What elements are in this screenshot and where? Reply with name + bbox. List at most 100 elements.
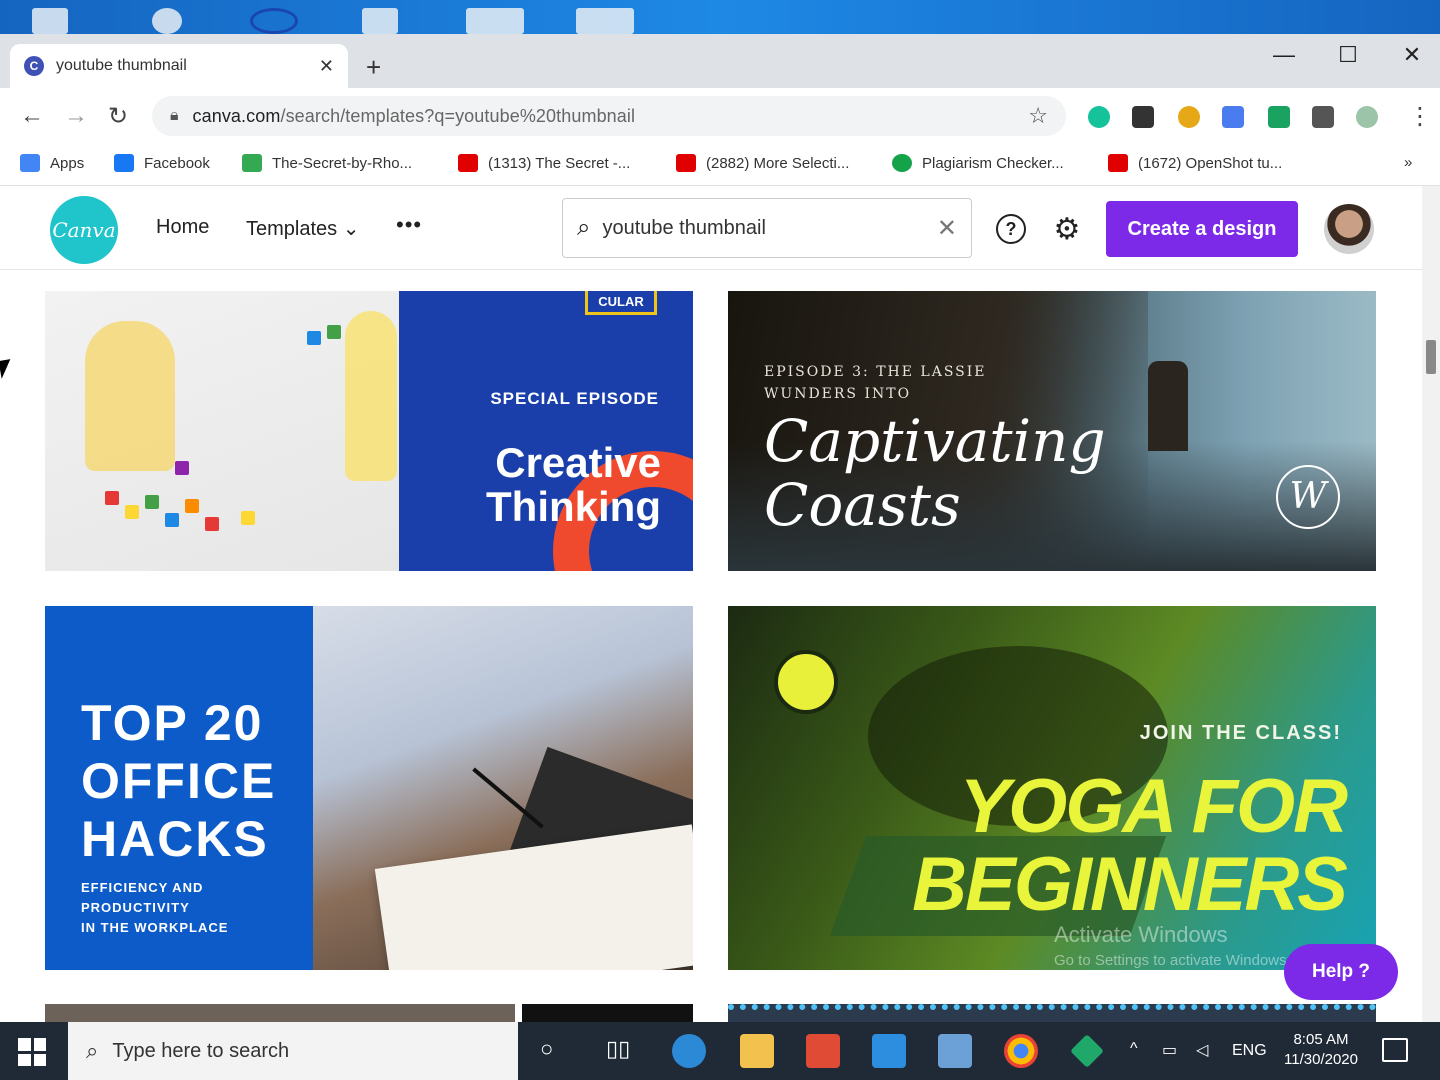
template-search[interactable]: ⌕ youtube thumbnail ✕: [562, 198, 972, 258]
create-design-button[interactable]: Create a design: [1106, 201, 1298, 257]
wave-logo: [774, 650, 838, 714]
child-figure: [345, 311, 397, 481]
bookmark-plagiarism[interactable]: Plagiarism Checker...: [892, 154, 1064, 172]
clock-date: 11/30/2020: [1284, 1051, 1358, 1068]
search-input[interactable]: youtube thumbnail: [602, 217, 936, 240]
template-card-yoga-beginners[interactable]: JOIN THE CLASS! YOGA FOR BEGINNERS: [728, 606, 1376, 970]
windows-start-icon[interactable]: [18, 1038, 46, 1066]
new-tab-button[interactable]: +: [366, 52, 381, 83]
chrome-menu-icon[interactable]: ⋮: [1408, 102, 1432, 131]
address-bar[interactable]: 🔒︎ canva.com/search/templates?q=youtube%…: [152, 96, 1066, 136]
notification-icon[interactable]: [1382, 1038, 1408, 1062]
desktop-truck-icon-2[interactable]: [576, 8, 634, 34]
canva-header: Canva Home Templates ⌄ ••• ⌕ youtube thu…: [0, 186, 1422, 270]
photos-app-icon[interactable]: [938, 1034, 972, 1068]
browser-tab[interactable]: C youtube thumbnail ✕: [10, 44, 348, 88]
bookmark-apps[interactable]: Apps: [20, 154, 84, 172]
desktop-globe-icon[interactable]: [152, 8, 182, 34]
monogram-logo: W: [1276, 465, 1340, 529]
language-indicator[interactable]: ENG: [1232, 1042, 1267, 1060]
template-card-captivating-coasts[interactable]: EPISODE 3: THE LASSIE WUNDERS INTO Capti…: [728, 291, 1376, 571]
clear-search-icon[interactable]: ✕: [937, 214, 957, 243]
desktop-app-icon[interactable]: [250, 8, 298, 34]
man-writing-photo: [313, 606, 693, 970]
edge-browser-icon[interactable]: [672, 1034, 706, 1068]
scrollbar-thumb[interactable]: [1426, 340, 1436, 374]
sun-extension-icon[interactable]: [1178, 106, 1200, 128]
url-text: canva.com/search/templates?q=youtube%20t…: [193, 106, 1029, 127]
clock-time: 8:05 AM: [1293, 1031, 1349, 1048]
bookmark-label: Apps: [50, 154, 85, 172]
apps-grid-icon: [20, 154, 40, 172]
puzzle-extensions-icon[interactable]: [1312, 106, 1334, 128]
page-scrollbar[interactable]: [1422, 186, 1440, 1022]
desktop-folder-icon[interactable]: [32, 8, 68, 34]
template-card-partial[interactable]: [45, 1004, 515, 1022]
reload-icon[interactable]: ↻: [108, 102, 128, 131]
bookmark-facebook[interactable]: Facebook: [114, 154, 210, 172]
desktop-truck-icon[interactable]: [466, 8, 524, 34]
more-options-icon[interactable]: •••: [396, 212, 422, 238]
task-view-icon[interactable]: ▯▯: [606, 1036, 630, 1062]
title-line: OFFICE: [81, 753, 277, 809]
settings-gear-icon[interactable]: ⚙: [1052, 213, 1082, 246]
m-extension-icon[interactable]: [1132, 106, 1154, 128]
tab-title: youtube thumbnail: [56, 57, 187, 74]
bookmark-youtube-1[interactable]: (1313) The Secret -...: [458, 154, 630, 172]
store-icon[interactable]: [806, 1034, 840, 1068]
special-episode-text: SPECIAL EPISODE: [490, 389, 659, 408]
tab-extension-icon[interactable]: [1268, 106, 1290, 128]
plagiarism-checker-icon: [892, 154, 912, 172]
template-card-creative-thinking[interactable]: CULAR SPECIAL EPISODE Creative Thinking: [45, 291, 693, 571]
taskbar-search[interactable]: ⌕ Type here to search: [68, 1022, 518, 1080]
grammarly-extension-icon[interactable]: [1088, 106, 1110, 128]
app-taskbar-icon[interactable]: [1070, 1034, 1104, 1068]
forward-arrow-icon[interactable]: →: [64, 102, 88, 130]
cortana-icon[interactable]: ○: [540, 1036, 553, 1062]
bookmark-label: Plagiarism Checker...: [922, 154, 1064, 172]
tab-close-icon[interactable]: ✕: [319, 56, 334, 77]
bookmarks-overflow-icon[interactable]: »: [1404, 154, 1412, 171]
badge-text: CULAR: [585, 291, 657, 315]
volume-icon[interactable]: ◁: [1196, 1040, 1208, 1060]
bookmark-star-icon[interactable]: ☆: [1028, 103, 1048, 129]
browser-tab-bar: C youtube thumbnail ✕ + — ☐ ✕: [0, 34, 1440, 88]
network-icon[interactable]: ▭: [1162, 1040, 1177, 1060]
canva-favicon-icon: C: [24, 56, 44, 76]
youtube-icon: [1108, 154, 1128, 172]
chrome-taskbar-icon[interactable]: [1004, 1034, 1038, 1068]
lego-block: [105, 491, 119, 505]
lego-block: [205, 517, 219, 531]
minimize-icon[interactable]: —: [1264, 42, 1304, 68]
desktop-file-icon[interactable]: [362, 8, 398, 34]
template-card-partial[interactable]: [728, 1004, 1376, 1022]
profile-icon[interactable]: [1356, 106, 1378, 128]
youtube-icon: [458, 154, 478, 172]
user-avatar[interactable]: [1324, 204, 1374, 254]
nav-home[interactable]: Home: [156, 216, 209, 239]
youtube-icon: [676, 154, 696, 172]
windows-taskbar: ⌕ Type here to search ○ ▯▯ ^ ▭ ◁ ENG 8:0…: [0, 1022, 1440, 1080]
help-button[interactable]: Help ?: [1284, 944, 1398, 1000]
bookmark-youtube-3[interactable]: (1672) OpenShot tu...: [1108, 154, 1282, 172]
taskbar-clock[interactable]: 8:05 AM 11/30/2020: [1278, 1030, 1364, 1070]
bookmark-youtube-2[interactable]: (2882) More Selecti...: [676, 154, 849, 172]
canva-logo[interactable]: Canva: [50, 196, 118, 264]
mail-icon[interactable]: [872, 1034, 906, 1068]
translate-extension-icon[interactable]: [1222, 106, 1244, 128]
episode-line: EPISODE 3: THE LASSIE: [764, 364, 987, 380]
subtitle-line: EFFICIENCY AND: [81, 880, 204, 895]
nav-templates[interactable]: Templates ⌄: [246, 216, 359, 241]
google-drive-icon: [242, 154, 262, 172]
bookmarks-bar: Apps Facebook The-Secret-by-Rho... (1313…: [0, 146, 1440, 186]
file-explorer-icon[interactable]: [740, 1034, 774, 1068]
template-card-partial[interactable]: [522, 1004, 693, 1022]
back-arrow-icon[interactable]: ←: [20, 102, 44, 130]
window-close-icon[interactable]: ✕: [1392, 42, 1432, 68]
tray-expand-icon[interactable]: ^: [1130, 1040, 1138, 1058]
bookmark-drive[interactable]: The-Secret-by-Rho...: [242, 154, 412, 172]
bookmark-label: (1672) OpenShot tu...: [1138, 154, 1283, 172]
maximize-icon[interactable]: ☐: [1328, 42, 1368, 68]
template-card-office-hacks[interactable]: TOP 20 OFFICE HACKS EFFICIENCY AND PRODU…: [45, 606, 693, 970]
help-icon[interactable]: ?: [996, 214, 1026, 244]
